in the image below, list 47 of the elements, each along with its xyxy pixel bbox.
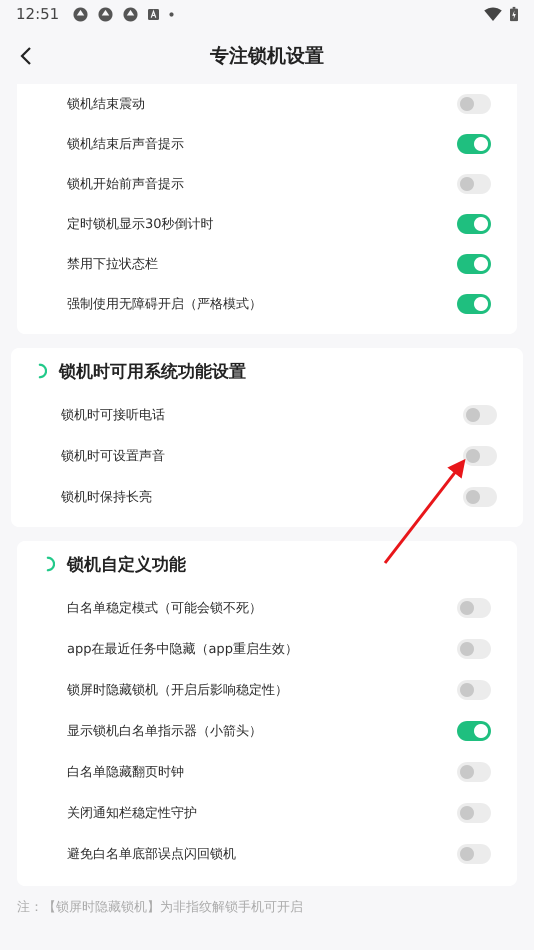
setting-label: 避免白名单底部误点闪回锁机 <box>67 846 236 862</box>
toggle-switch[interactable] <box>457 844 491 864</box>
setting-label: 锁机时可设置声音 <box>61 448 165 464</box>
setting-label: 定时锁机显示30秒倒计时 <box>67 216 214 233</box>
section-marker-icon <box>38 363 47 379</box>
setting-label: 锁机结束后声音提示 <box>67 136 184 153</box>
setting-label: 禁用下拉状态栏 <box>67 256 158 273</box>
toggle-switch[interactable] <box>457 254 491 274</box>
toggle-switch[interactable] <box>457 174 491 194</box>
toggle-switch[interactable] <box>457 680 491 700</box>
setting-label: 锁机结束震动 <box>67 96 145 113</box>
setting-label: 强制使用无障碍开启（严格模式） <box>67 296 262 313</box>
footnote: 注：【锁屏时隐藏锁机】为非指纹解锁手机可开启 <box>17 899 304 916</box>
toggle-switch[interactable] <box>457 598 491 618</box>
toggle-switch[interactable] <box>463 486 497 506</box>
setting-label: 显示锁机白名单指示器（小箭头） <box>67 722 262 740</box>
section-title: 锁机时可用系统功能设置 <box>59 360 246 382</box>
setting-label: app在最近任务中隐藏（app重启生效） <box>67 640 298 658</box>
setting-label: 锁机时保持长亮 <box>61 488 152 506</box>
toggle-switch[interactable] <box>457 720 491 740</box>
section-marker-icon <box>46 556 55 572</box>
setting-label: 锁机开始前声音提示 <box>67 176 184 193</box>
page-title: 专注锁机设置 <box>210 44 324 69</box>
toggle-switch[interactable] <box>463 404 497 424</box>
toggle-switch[interactable] <box>457 294 491 314</box>
battery-icon <box>510 6 518 22</box>
dot-icon <box>169 12 174 16</box>
toggle-switch[interactable] <box>457 638 491 658</box>
setting-label: 关闭通知栏稳定性守护 <box>67 804 197 822</box>
aperture-icon <box>123 6 138 22</box>
text-box-icon <box>148 8 160 20</box>
toggle-switch[interactable] <box>457 94 491 114</box>
status-time: 12:51 <box>16 5 60 23</box>
toggle-switch[interactable] <box>457 214 491 234</box>
setting-label: 白名单稳定模式（可能会锁不死） <box>67 600 262 616</box>
aperture-icon <box>73 6 88 22</box>
setting-label: 锁机时可接听电话 <box>61 406 165 424</box>
toggle-switch[interactable] <box>457 134 491 154</box>
toggle-switch[interactable] <box>463 446 497 466</box>
toggle-switch[interactable] <box>457 762 491 782</box>
back-icon <box>20 46 32 66</box>
aperture-icon <box>98 6 114 22</box>
setting-label: 锁屏时隐藏锁机（开启后影响稳定性） <box>67 682 288 698</box>
section-title: 锁机自定义功能 <box>67 554 186 576</box>
toggle-switch[interactable] <box>457 802 491 822</box>
wifi-icon <box>484 7 502 21</box>
setting-label: 白名单隐藏翻页时钟 <box>67 764 184 780</box>
